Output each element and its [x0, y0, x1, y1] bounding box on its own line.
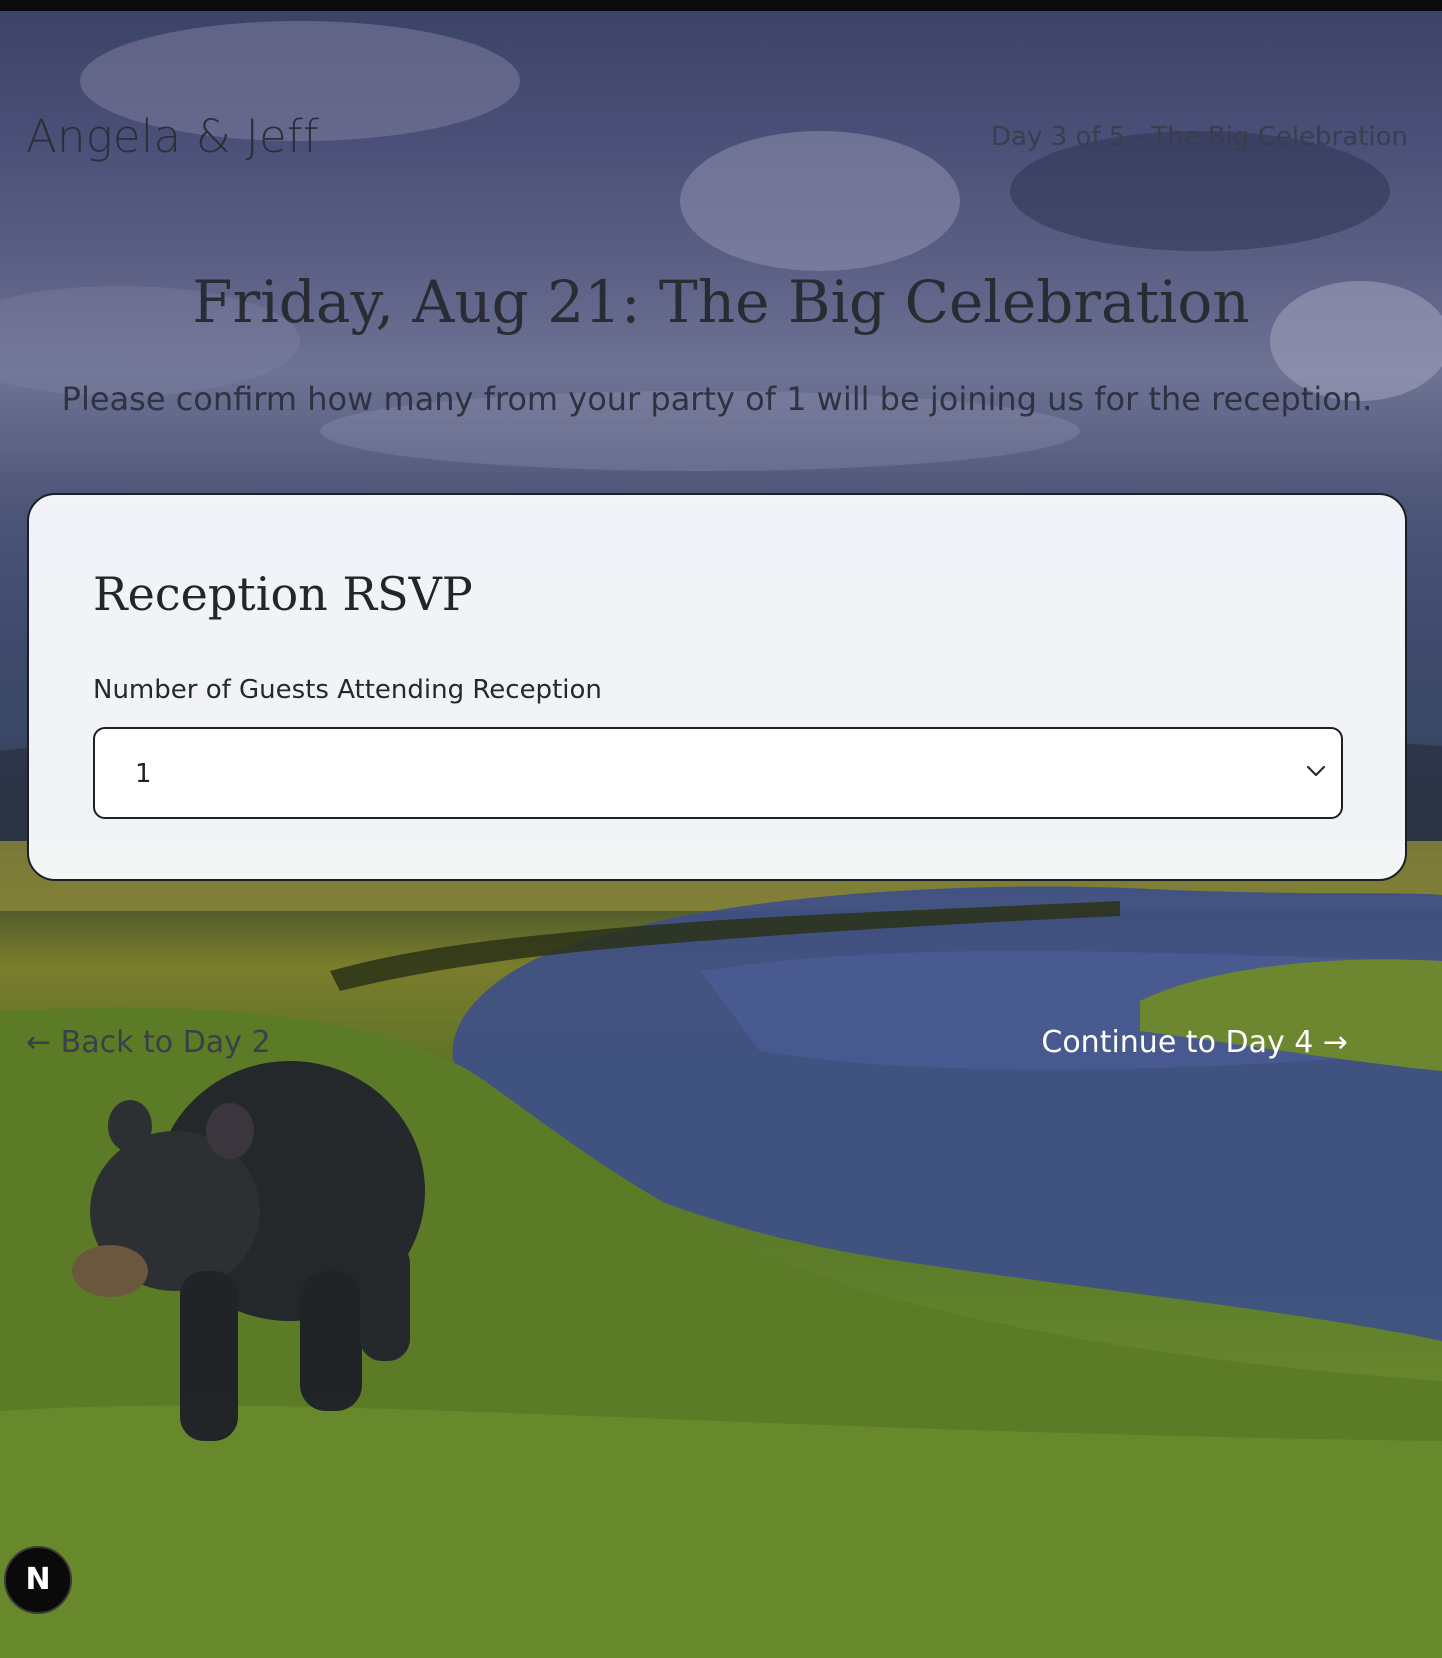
continue-to-day-4-link[interactable]: Continue to Day 4 → — [1041, 1025, 1348, 1060]
dev-badge-letter: N — [25, 1562, 51, 1597]
back-to-day-2-link[interactable]: ← Back to Day 2 — [26, 1025, 271, 1060]
chevron-down-icon — [1306, 765, 1326, 777]
browser-top-bar — [0, 0, 1442, 11]
rsvp-card-title: Reception RSVP — [93, 567, 473, 621]
guests-count-label: Number of Guests Attending Reception — [93, 675, 602, 705]
couple-names-logo: Angela & Jeff — [26, 110, 320, 163]
guests-count-select[interactable]: 1 — [93, 727, 1343, 819]
page-title: Friday, Aug 21: The Big Celebration — [192, 268, 1250, 336]
day-progress-indicator: Day 3 of 5 - The Big Celebration — [991, 122, 1408, 152]
nextjs-dev-indicator-button[interactable]: N — [4, 1546, 72, 1614]
reception-rsvp-card: Reception RSVP Number of Guests Attendin… — [27, 493, 1407, 881]
page-subtitle: Please confirm how many from your party … — [61, 380, 1373, 418]
guests-count-selected-value: 1 — [135, 759, 152, 789]
